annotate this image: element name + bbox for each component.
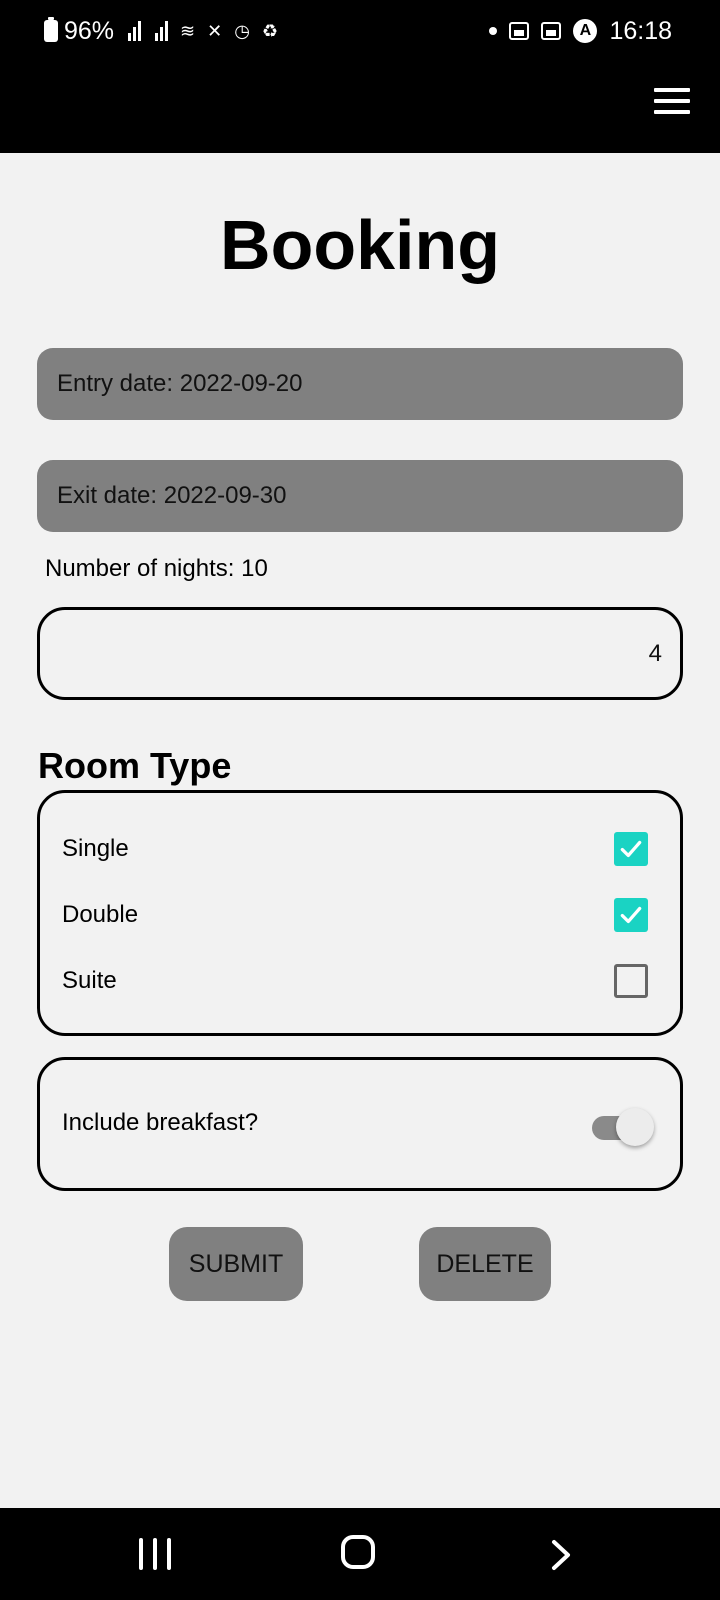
- home-icon[interactable]: [341, 1535, 375, 1569]
- checkmark-icon: [620, 906, 642, 924]
- hamburger-menu-icon[interactable]: [654, 88, 690, 114]
- submit-button[interactable]: SUBMIT: [169, 1227, 303, 1301]
- battery-icon: [44, 17, 58, 42]
- navigation-bar: [0, 1508, 720, 1600]
- room-type-box: Single Double Suite: [37, 790, 683, 1036]
- single-checkbox[interactable]: [614, 832, 648, 866]
- guests-number-input[interactable]: [37, 607, 683, 700]
- status-left: 96% ≋ ✕ ◷ ♻: [44, 14, 278, 48]
- breakfast-label: Include breakfast?: [62, 1109, 259, 1136]
- room-option-label: Single: [62, 835, 129, 862]
- gallery-icon: [509, 22, 530, 40]
- app-a-icon: A: [573, 19, 598, 43]
- back-chevron-icon[interactable]: [546, 1538, 576, 1572]
- room-option-label: Double: [62, 901, 139, 928]
- delete-button[interactable]: DELETE: [419, 1227, 551, 1301]
- battery-level: 96%: [64, 16, 115, 45]
- entry-date-field[interactable]: Entry date: 2022-09-20: [37, 348, 683, 420]
- mail-icon: [541, 22, 562, 40]
- clock: 16:18: [609, 16, 672, 45]
- alarm-icon: ◷: [234, 20, 250, 41]
- status-right: A 16:18: [489, 14, 672, 48]
- room-option-label: Suite: [62, 967, 117, 994]
- room-type-title: Room Type: [38, 745, 232, 786]
- breakfast-box: Include breakfast?: [37, 1057, 683, 1191]
- exit-date-field[interactable]: Exit date: 2022-09-30: [37, 460, 683, 532]
- checkmark-icon: [620, 840, 642, 858]
- wifi-icon: ≋: [180, 20, 196, 41]
- room-option-suite[interactable]: Suite: [62, 961, 648, 1001]
- double-checkbox[interactable]: [614, 898, 648, 932]
- signal-2-icon: [155, 21, 169, 41]
- signal-icon: [128, 21, 142, 41]
- room-option-single[interactable]: Single: [62, 829, 648, 869]
- number-of-nights: Number of nights: 10: [45, 555, 268, 582]
- switch-thumb: [616, 1108, 654, 1146]
- mute-icon: ✕: [207, 20, 223, 41]
- suite-checkbox[interactable]: [614, 964, 648, 998]
- page-title: Booking: [220, 206, 500, 284]
- recycle-icon: ♻: [261, 20, 279, 41]
- top-bar: 96% ≋ ✕ ◷ ♻ A 16:18: [0, 0, 720, 153]
- notification-dot-icon: [489, 27, 498, 35]
- room-option-double[interactable]: Double: [62, 895, 648, 935]
- breakfast-switch[interactable]: [592, 1106, 654, 1146]
- recent-apps-icon[interactable]: [139, 1538, 171, 1570]
